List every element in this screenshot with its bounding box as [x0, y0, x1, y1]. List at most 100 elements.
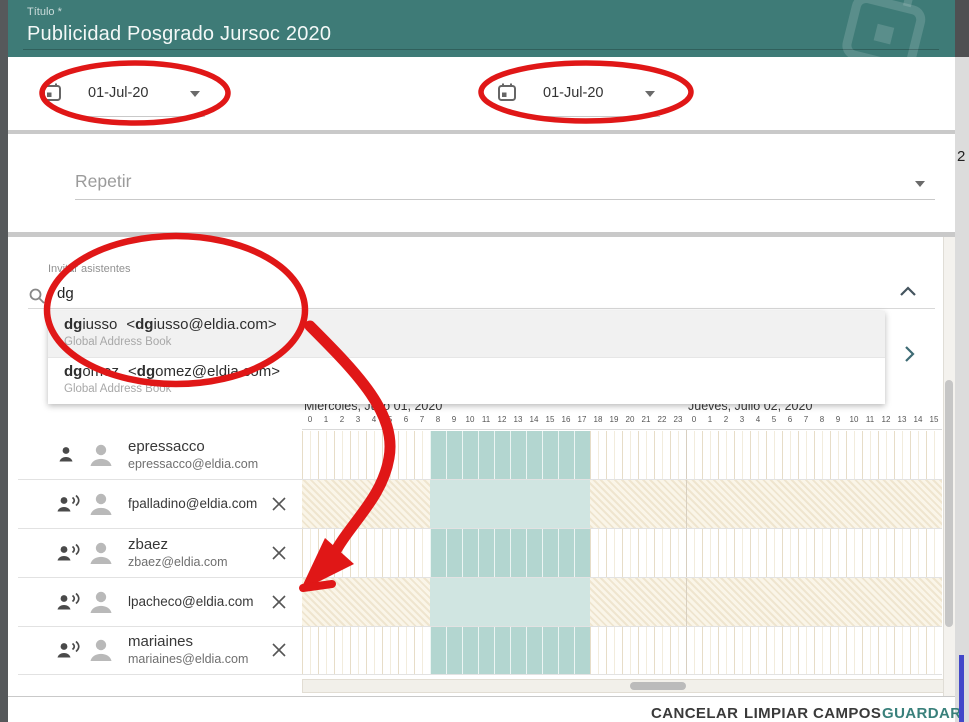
chevron-up-icon[interactable] [899, 285, 917, 297]
cancel-button[interactable]: CANCELAR [651, 705, 738, 722]
attendee-name: fpalladino@eldia.com [128, 494, 257, 513]
avatar-icon [87, 540, 115, 566]
busy-block [430, 480, 590, 529]
grid-row-free [302, 431, 942, 480]
hour-tick: 10 [462, 415, 478, 428]
hour-tick: 20 [622, 415, 638, 428]
availability-grid[interactable] [302, 429, 942, 675]
grid-row-unknown [302, 578, 942, 627]
remove-attendee-icon[interactable] [270, 495, 288, 513]
attendee-row: fpalladino@eldia.com [8, 479, 302, 528]
background-right-edge [955, 0, 969, 57]
attendee-name: mariaines [128, 632, 248, 651]
result-email: iusso@eldia.com> [153, 316, 276, 333]
horizontal-scrollbar[interactable] [302, 679, 955, 693]
hour-tick: 4 [750, 415, 766, 428]
vertical-scrollbar-thumb[interactable] [945, 380, 953, 627]
search-icon [28, 287, 46, 305]
hour-tick: 14 [526, 415, 542, 428]
attendee-row: zbaezzbaez@eldia.com [8, 528, 302, 577]
result-email: omez@eldia.com> [155, 363, 280, 380]
hour-tick: 3 [734, 415, 750, 428]
hour-tick: 5 [766, 415, 782, 428]
hour-tick: 9 [446, 415, 462, 428]
hour-tick: 6 [398, 415, 414, 428]
start-date-underline [75, 116, 205, 117]
invite-attendees-label: Invitar asistentes [48, 263, 131, 275]
calendar-icon[interactable] [497, 82, 517, 102]
attendee-row: mariainesmariaines@eldia.com [8, 626, 302, 674]
hour-tick: 13 [894, 415, 910, 428]
end-date-value[interactable]: 01-Jul-20 [543, 85, 603, 101]
event-editor-dialog: Título * Publicidad Posgrado Jursoc 2020… [0, 0, 969, 722]
result-source: Global Address Book [64, 336, 885, 348]
hour-tick: 22 [654, 415, 670, 428]
invite-input-underline [28, 308, 935, 309]
hour-tick: 0 [686, 415, 702, 428]
hour-tick: 8 [430, 415, 446, 428]
row-divider [18, 577, 942, 578]
avatar-icon [87, 491, 115, 517]
grid-row-free [302, 627, 942, 675]
attendee-role-icon[interactable] [56, 494, 82, 514]
busy-block [430, 578, 590, 627]
attendee-name: epressacco [128, 437, 258, 456]
grid-row-free [302, 529, 942, 578]
remove-attendee-icon[interactable] [270, 641, 288, 659]
repeat-caret-icon[interactable] [915, 181, 925, 187]
event-title-input[interactable]: Publicidad Posgrado Jursoc 2020 [27, 23, 331, 46]
avatar-icon [87, 589, 115, 615]
title-underline [23, 49, 939, 50]
attendee-row: lpacheco@eldia.com [8, 577, 302, 626]
clipped-background-text: 2 [957, 148, 965, 165]
remove-attendee-icon[interactable] [270, 593, 288, 611]
invite-search-input[interactable]: dg [57, 285, 74, 302]
attendee-email: zbaez@eldia.com [128, 554, 228, 571]
result-name: dg [64, 316, 82, 333]
repeat-select[interactable]: Repetir [75, 171, 131, 192]
calendar-icon[interactable] [42, 82, 62, 102]
busy-block [430, 529, 590, 578]
horizontal-scrollbar-thumb[interactable] [630, 682, 686, 690]
organizer-icon[interactable] [56, 445, 82, 465]
hour-tick: 19 [606, 415, 622, 428]
clipped-background-element [959, 655, 964, 722]
chevron-right-icon[interactable] [903, 345, 915, 363]
result-source: Global Address Book [64, 383, 885, 395]
day-separator [686, 430, 687, 675]
attendee-email: epressacco@eldia.com [128, 456, 258, 473]
hour-tick: 16 [558, 415, 574, 428]
hour-scale: 0123456789101112131415161718192021222301… [302, 415, 942, 428]
hour-tick: 1 [318, 415, 334, 428]
repeat-underline [75, 199, 935, 200]
end-date-underline [530, 116, 660, 117]
busy-block [430, 627, 590, 675]
hour-tick: 9 [830, 415, 846, 428]
clear-fields-button[interactable]: LIMPIAR CAMPOS [744, 705, 881, 722]
save-button[interactable]: GUARDAR [882, 705, 961, 722]
hour-tick: 12 [494, 415, 510, 428]
hour-tick: 1 [702, 415, 718, 428]
title-field-label: Título * [27, 6, 62, 18]
hour-tick: 14 [910, 415, 926, 428]
hour-tick: 15 [926, 415, 942, 428]
row-divider [18, 479, 942, 480]
start-date-value[interactable]: 01-Jul-20 [88, 85, 148, 101]
autocomplete-result[interactable]: dgomez<dgomez@eldia.com> Global Address … [48, 358, 885, 405]
row-divider [18, 528, 942, 529]
attendee-name: zbaez [128, 535, 228, 554]
hour-tick: 5 [382, 415, 398, 428]
attendee-role-icon[interactable] [56, 640, 82, 660]
dates-section [8, 57, 955, 130]
avatar-icon [87, 637, 115, 663]
attendee-role-icon[interactable] [56, 592, 82, 612]
hour-tick: 6 [782, 415, 798, 428]
result-name: dg [64, 363, 82, 380]
autocomplete-result[interactable]: dgiusso<dgiusso@eldia.com> Global Addres… [48, 311, 885, 358]
end-date-caret-icon[interactable] [645, 91, 655, 97]
remove-attendee-icon[interactable] [270, 544, 288, 562]
start-date-caret-icon[interactable] [190, 91, 200, 97]
row-divider [18, 626, 942, 627]
grid-row-unknown [302, 480, 942, 529]
attendee-role-icon[interactable] [56, 543, 82, 563]
